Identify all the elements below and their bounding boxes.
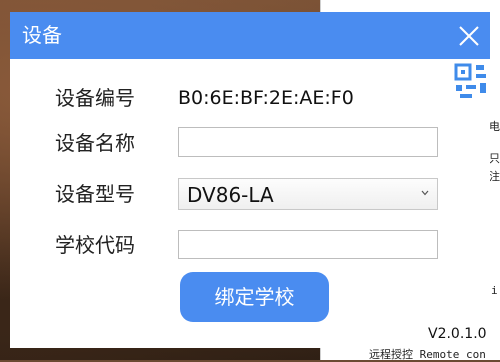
background-text: i xyxy=(491,284,498,297)
background-text: 只 xyxy=(489,152,500,165)
device-id-label: 设备编号 xyxy=(55,86,135,110)
device-dialog: 设备 设备编号 B0:6E:BF:2E:AE:F0 设备名称 设备型号 DV86… xyxy=(10,12,490,348)
background-text: 电 xyxy=(489,120,500,133)
dialog-titlebar: 设备 xyxy=(10,12,490,59)
device-model-label: 设备型号 xyxy=(55,182,135,206)
version-label: V2.0.1.0 xyxy=(428,326,487,342)
device-name-input[interactable] xyxy=(178,127,438,157)
qr-code-icon xyxy=(446,59,490,103)
device-model-selected: DV86-LA xyxy=(187,183,274,207)
device-id-value: B0:6E:BF:2E:AE:F0 xyxy=(178,87,354,109)
close-icon xyxy=(459,26,479,46)
bind-school-button[interactable]: 绑定学校 xyxy=(180,272,329,322)
close-button[interactable] xyxy=(454,21,484,51)
school-code-input[interactable] xyxy=(178,230,438,259)
device-name-label: 设备名称 xyxy=(55,131,135,155)
school-code-label: 学校代码 xyxy=(55,233,135,257)
device-model-select[interactable]: DV86-LA xyxy=(178,178,438,210)
dropdown-caret-icon xyxy=(421,190,429,196)
dialog-title: 设备 xyxy=(22,23,62,47)
background-text: 注 xyxy=(489,170,500,183)
